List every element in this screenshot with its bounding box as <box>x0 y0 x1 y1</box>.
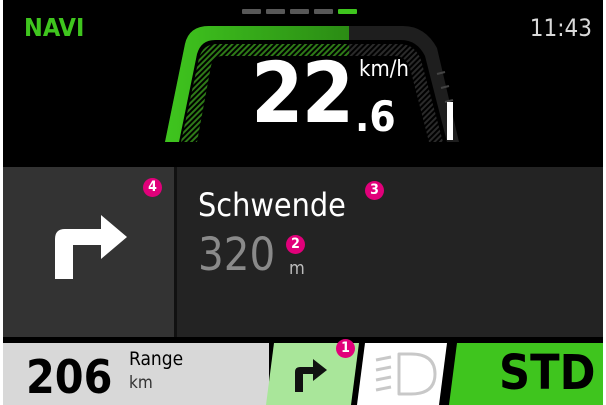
ride-mode-label: STD <box>499 345 596 401</box>
badge-1: 1 <box>336 339 355 358</box>
dashboard-screen: NAVI 11:43 22 .6 km/h 4 Schwende 3 320 m… <box>3 0 603 405</box>
